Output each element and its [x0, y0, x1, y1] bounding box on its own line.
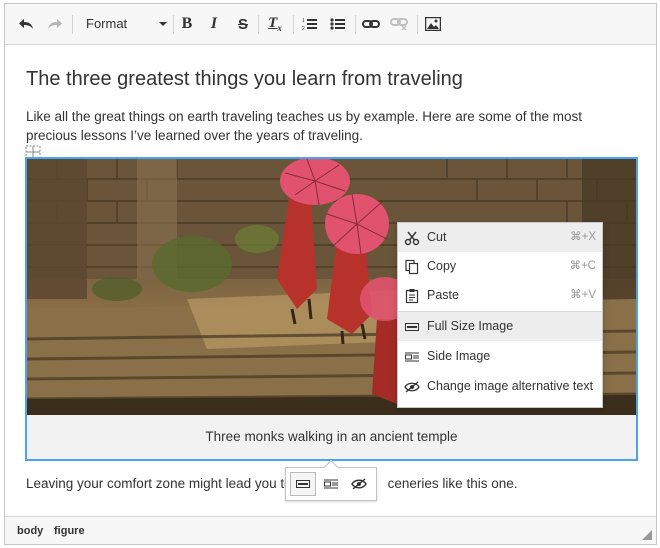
article-title: The three greatest things you learn from…: [26, 68, 463, 90]
svg-text:1: 1: [302, 18, 305, 24]
insert-image-button[interactable]: [421, 12, 445, 36]
menu-item-copy[interactable]: Copy ⌘+C: [398, 252, 602, 281]
format-dropdown[interactable]: Format: [79, 12, 169, 36]
remove-format-sub: x: [277, 23, 282, 33]
image-caption[interactable]: Three monks walking in an ancient temple: [27, 415, 636, 459]
image-icon: [425, 17, 441, 31]
remove-format-glyph: T: [268, 15, 278, 31]
alt-text-icon: [351, 478, 367, 490]
bold-icon: B: [181, 15, 193, 32]
strikethrough-icon: S: [237, 15, 248, 33]
scissors-icon: [404, 231, 420, 246]
toolbar-separator: [258, 15, 259, 34]
unlink-button[interactable]: [387, 12, 411, 36]
intro-paragraph: Like all the great things on earth trave…: [26, 109, 583, 143]
link-button[interactable]: [359, 12, 383, 36]
second-paragraph: Leaving your comfort zone might lead you…: [26, 474, 517, 493]
menu-item-paste[interactable]: Paste ⌘+V: [398, 281, 602, 310]
side-image-icon: [405, 352, 419, 362]
menu-item-label: Cut: [427, 230, 447, 244]
side-image-icon: [324, 479, 338, 489]
italic-icon: I: [210, 15, 218, 32]
full-size-image-icon: [296, 480, 310, 488]
chevron-down-icon: [159, 22, 167, 26]
toolbar-separator: [417, 15, 418, 34]
unlink-icon: [390, 18, 408, 31]
undo-icon: [19, 19, 33, 29]
toolbar-separator: [173, 15, 174, 34]
svg-text:2: 2: [302, 26, 305, 31]
remove-format-button[interactable]: Tx: [263, 12, 287, 36]
menu-item-label: Change image alternative text: [427, 379, 594, 393]
menu-item-shortcut: ⌘+C: [569, 260, 596, 272]
toolbar-separator: [355, 15, 356, 34]
balloon-side-image-button[interactable]: [318, 472, 344, 496]
undo-button[interactable]: [14, 12, 38, 36]
strikethrough-button[interactable]: S: [231, 12, 255, 36]
balloon-alt-text-button[interactable]: [346, 472, 372, 496]
full-size-image-icon: [405, 323, 419, 331]
menu-item-alt-text[interactable]: Change image alternative text: [398, 372, 602, 401]
menu-item-full-size-image[interactable]: Full Size Image: [398, 312, 602, 341]
link-icon: [362, 20, 380, 28]
menu-item-label: Paste: [427, 288, 459, 302]
second-paragraph-start: Leaving your comfort zone might lead you…: [26, 476, 292, 491]
menu-item-cut[interactable]: Cut ⌘+X: [398, 223, 602, 252]
menu-item-label: Full Size Image: [427, 319, 514, 333]
remove-format-icon: Tx: [268, 15, 282, 33]
redo-button[interactable]: [43, 12, 67, 36]
breadcrumb-figure[interactable]: figure: [54, 525, 85, 537]
editor-content[interactable]: The three greatest things you learn from…: [5, 45, 656, 516]
copy-icon: [405, 259, 419, 275]
resize-handle-icon[interactable]: [642, 530, 652, 540]
alt-text-icon: [404, 381, 420, 393]
toolbar-separator: [72, 15, 73, 34]
menu-item-label: Copy: [427, 259, 457, 273]
numbered-list-button[interactable]: 12: [298, 12, 322, 36]
toolbar-separator: [293, 15, 294, 34]
context-menu: Cut ⌘+X Copy ⌘+C Paste ⌘+V Full Size Ima…: [397, 222, 603, 408]
redo-icon: [48, 19, 62, 29]
numbered-list-icon: 12: [302, 18, 317, 31]
paste-icon: [405, 289, 419, 304]
balloon-full-size-button[interactable]: [290, 472, 316, 496]
image-balloon-toolbar: [285, 459, 377, 501]
menu-item-side-image[interactable]: Side Image: [398, 342, 602, 371]
status-bar: body figure: [5, 516, 656, 544]
bold-button[interactable]: B: [175, 12, 199, 36]
breadcrumb-body[interactable]: body: [17, 525, 43, 537]
format-dropdown-label: Format: [86, 16, 128, 31]
toolbar: Format B I S Tx 12: [5, 4, 656, 45]
menu-item-shortcut: ⌘+V: [570, 289, 596, 301]
italic-button[interactable]: I: [202, 12, 226, 36]
rich-text-editor: Format B I S Tx 12 The three greatest th…: [4, 3, 657, 545]
menu-item-label: Side Image: [427, 349, 491, 363]
menu-item-shortcut: ⌘+X: [570, 231, 596, 243]
bulleted-list-icon: [330, 18, 345, 30]
second-paragraph-end: ceneries like this one.: [387, 476, 518, 491]
bulleted-list-button[interactable]: [326, 12, 350, 36]
